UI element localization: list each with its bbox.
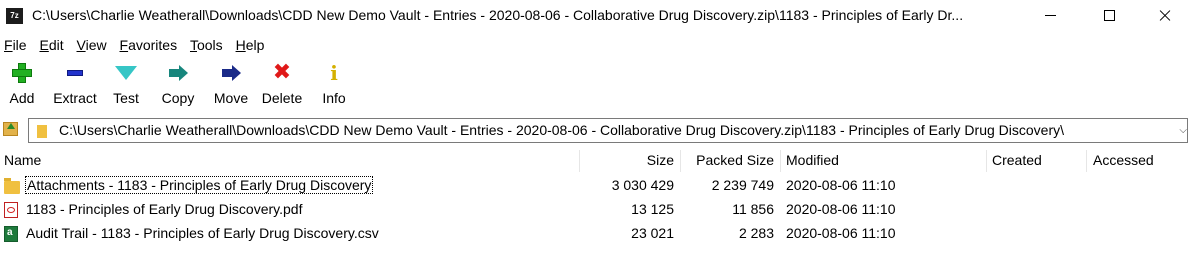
file-size: 3 030 429 [611,177,674,193]
info-label: Info [322,90,346,106]
address-input[interactable]: C:\Users\Charlie Weatherall\Downloads\CD… [28,118,1188,143]
extract-label: Extract [53,90,97,106]
menu-view[interactable]: View [77,37,107,53]
column-header-size[interactable]: Size [580,152,674,172]
copy-button[interactable]: Copy [159,62,197,106]
folder-up-icon[interactable] [3,122,18,136]
minimize-button[interactable] [1028,0,1074,32]
test-label: Test [113,90,139,106]
file-modified: 2020-08-06 11:10 [786,201,896,217]
add-label: Add [9,90,35,106]
chevron-down-icon[interactable]: ⌵ [1179,125,1187,136]
folder-icon [4,178,20,194]
file-packed-size: 2 283 [738,225,774,241]
move-label: Move [213,90,249,106]
copy-label: Copy [161,90,195,106]
column-divider[interactable] [680,150,681,172]
delete-x-icon: ✖ [272,60,292,85]
column-divider[interactable] [986,150,987,172]
column-header-packed-size[interactable]: Packed Size [682,152,774,172]
file-row[interactable]: 1183 - Principles of Early Drug Discover… [0,198,1188,222]
maximize-button[interactable] [1086,0,1132,32]
title-bar: 7z C:\Users\Charlie Weatherall\Downloads… [0,0,1188,32]
extract-button[interactable]: Extract [50,62,100,106]
move-arrow-icon [220,62,242,84]
7zip-app-icon[interactable]: 7z [6,8,23,24]
move-button[interactable]: Move [211,62,251,106]
menu-file[interactable]: File [4,37,27,53]
column-header-accessed[interactable]: Accessed [1093,152,1154,172]
folder-icon [37,125,47,138]
plus-icon [11,62,33,84]
add-button[interactable]: Add [4,62,40,106]
file-modified: 2020-08-06 11:10 [786,177,896,193]
file-list-header: Name Size Packed Size Modified Created A… [0,150,1188,173]
menu-tools[interactable]: Tools [190,37,223,53]
file-size: 13 125 [631,201,674,217]
delete-label: Delete [261,90,303,106]
column-header-name[interactable]: Name [4,152,41,172]
file-name[interactable]: 1183 - Principles of Early Drug Discover… [26,201,302,217]
column-divider[interactable] [1086,150,1087,172]
menu-edit[interactable]: Edit [39,37,63,53]
info-icon: i [330,61,338,85]
file-packed-size: 2 239 749 [711,177,774,193]
excel-csv-icon [4,226,18,242]
menu-bar: File Edit View Favorites Tools Help [0,37,269,57]
delete-button[interactable]: ✖ Delete [259,60,305,107]
address-path[interactable]: C:\Users\Charlie Weatherall\Downloads\CD… [59,122,1064,138]
check-triangle-icon [115,62,137,84]
menu-help[interactable]: Help [236,37,265,53]
test-button[interactable]: Test [109,62,143,106]
window-title: C:\Users\Charlie Weatherall\Downloads\CD… [32,7,964,23]
file-name[interactable]: Audit Trail - 1183 - Principles of Early… [26,225,379,241]
file-name-text: Attachments - 1183 - Principles of Early… [24,176,374,194]
file-packed-size: 11 856 [732,201,774,217]
file-size: 23 021 [631,225,674,241]
address-bar: C:\Users\Charlie Weatherall\Downloads\CD… [0,117,1188,145]
column-header-modified[interactable]: Modified [786,152,839,172]
file-row[interactable]: Audit Trail - 1183 - Principles of Early… [0,222,1188,246]
info-button[interactable]: i Info [319,62,349,106]
pdf-file-icon [4,202,18,218]
column-header-created[interactable]: Created [992,152,1042,172]
file-row[interactable]: Attachments - 1183 - Principles of Early… [0,174,1188,198]
file-modified: 2020-08-06 11:10 [786,225,896,241]
copy-arrow-icon [167,62,189,84]
close-button[interactable] [1142,0,1188,32]
column-divider[interactable] [780,150,781,172]
menu-favorites[interactable]: Favorites [120,37,178,53]
minus-icon [64,62,86,84]
file-name[interactable]: Attachments - 1183 - Principles of Early… [24,176,374,194]
